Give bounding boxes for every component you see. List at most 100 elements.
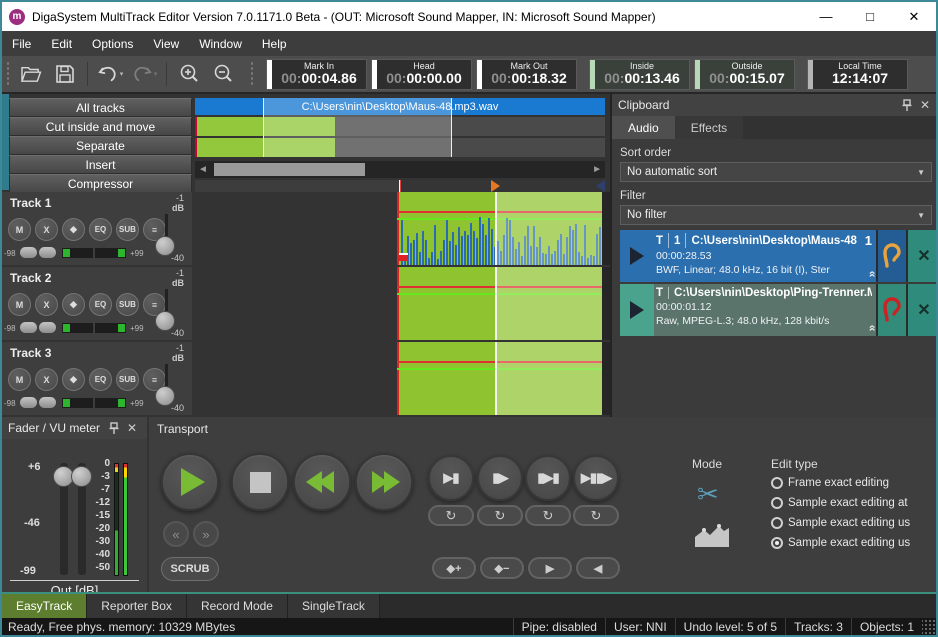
marker-button[interactable]: ◆ [62, 368, 85, 391]
audio-clip[interactable] [397, 342, 602, 415]
menu-file[interactable]: File [2, 31, 41, 56]
pan-button-left[interactable] [20, 322, 37, 333]
scrollbar-thumb[interactable] [214, 163, 365, 176]
minimize-button[interactable]: — [804, 2, 848, 31]
collapse-icon[interactable]: » [865, 273, 876, 278]
mute-button[interactable]: M [8, 368, 31, 391]
pan-button-right[interactable] [39, 397, 56, 408]
menu-help[interactable]: Help [252, 31, 297, 56]
play-inside-button[interactable]: ▮▶▮ [525, 455, 571, 501]
track-fader-knob[interactable] [155, 311, 175, 331]
zoom-out-button[interactable] [208, 60, 238, 88]
clip-start-marker[interactable] [399, 253, 408, 261]
overview-track-3[interactable] [195, 138, 605, 157]
loop-button[interactable]: ↻ [428, 505, 474, 526]
undo-dropdown-caret[interactable]: ▾ [120, 70, 124, 78]
menu-edit[interactable]: Edit [41, 31, 82, 56]
cut-button[interactable]: X [35, 293, 58, 316]
pan-button-right[interactable] [39, 247, 56, 258]
scroll-right-icon[interactable]: ► [592, 164, 602, 175]
eq-button[interactable]: EQ [89, 368, 112, 391]
edit-type-option[interactable]: Sample exact editing us [771, 537, 910, 549]
eq-button[interactable]: EQ [89, 218, 112, 241]
marker-button[interactable]: ◆ [62, 218, 85, 241]
clip-envelope-line[interactable] [397, 368, 602, 370]
separate-button[interactable]: Separate [9, 136, 192, 155]
sort-order-select[interactable]: No automatic sort ▼ [620, 162, 932, 182]
track-vertical-scrollbar[interactable] [602, 267, 610, 340]
edit-type-option[interactable]: Frame exact editing [771, 477, 889, 489]
tab-singletrack[interactable]: SingleTrack [288, 594, 380, 618]
track-vertical-scrollbar[interactable] [602, 342, 610, 415]
save-button[interactable] [50, 60, 80, 88]
open-button[interactable] [16, 60, 46, 88]
all-tracks-button[interactable]: All tracks [9, 98, 192, 117]
eq-button[interactable]: EQ [89, 293, 112, 316]
add-marker-button[interactable]: ◆+ [432, 557, 476, 579]
project-overview[interactable]: C:\Users\nin\Desktop\Maus-48.mp3.wav ◄ ► [192, 94, 610, 192]
play-button[interactable] [161, 453, 219, 511]
prelisten-button[interactable] [876, 230, 906, 282]
prev-marker-button[interactable]: ◀ [576, 557, 620, 579]
prelisten-button[interactable] [876, 284, 906, 336]
mute-button[interactable]: M [8, 218, 31, 241]
insert-button[interactable]: Insert [9, 155, 192, 174]
zoom-in-button[interactable] [174, 60, 204, 88]
menu-window[interactable]: Window [189, 31, 252, 56]
loop-button[interactable]: ↻ [573, 505, 619, 526]
end-triangle-icon[interactable] [596, 180, 605, 192]
close-button[interactable]: ✕ [892, 2, 936, 31]
pan-button-left[interactable] [20, 397, 37, 408]
fast-forward-button[interactable] [355, 453, 413, 511]
timeline-ruler[interactable] [195, 180, 605, 192]
tab-easytrack[interactable]: EasyTrack [2, 594, 87, 618]
toolbar-grip[interactable] [250, 61, 254, 87]
play-item-button[interactable] [620, 230, 654, 282]
pan-button-left[interactable] [20, 247, 37, 258]
tab-reporter-box[interactable]: Reporter Box [87, 594, 187, 618]
clip-envelope-line[interactable] [397, 293, 602, 295]
overview-scrollbar[interactable]: ◄ ► [195, 161, 605, 178]
track-waveform-area[interactable] [192, 267, 602, 340]
play-from-mark-in-button[interactable]: ▮▶ [477, 455, 523, 501]
scissors-mode-icon[interactable]: ✂ [697, 479, 719, 510]
rewind-button[interactable] [293, 453, 351, 511]
undo-button[interactable]: ▾ [95, 60, 125, 88]
track-fader-knob[interactable] [155, 236, 175, 256]
compressor-button[interactable]: Compressor [9, 174, 192, 193]
pan-button-right[interactable] [39, 322, 56, 333]
maximize-button[interactable]: □ [848, 2, 892, 31]
overview-track-2[interactable] [195, 117, 605, 136]
mark-triangle-icon[interactable] [491, 180, 500, 192]
scroll-left-icon[interactable]: ◄ [198, 164, 208, 175]
filter-select[interactable]: No filter ▼ [620, 205, 932, 225]
tab-record-mode[interactable]: Record Mode [187, 594, 288, 618]
skip-back-button[interactable]: « [163, 521, 189, 547]
menu-options[interactable]: Options [82, 31, 143, 56]
cut-button[interactable]: X [35, 368, 58, 391]
loop-button[interactable]: ↻ [477, 505, 523, 526]
playhead-marker[interactable] [399, 180, 401, 192]
audio-clip[interactable] [397, 267, 602, 340]
clipboard-item[interactable]: T 1 C:\Users\nin\Desktop\Maus-48 1 00:00… [620, 230, 938, 282]
play-to-mark-in-button[interactable]: ▶▮ [428, 455, 474, 501]
remove-marker-button[interactable]: ◆− [480, 557, 524, 579]
sub-button[interactable]: SUB [116, 218, 139, 241]
envelope-mode-icon[interactable] [694, 523, 730, 549]
loop-button[interactable]: ↻ [525, 505, 571, 526]
overview-file-bar[interactable]: C:\Users\nin\Desktop\Maus-48.mp3.wav [195, 98, 605, 115]
collapse-icon[interactable]: » [865, 327, 876, 332]
edit-type-option[interactable]: Sample exact editing at [771, 497, 908, 509]
skip-forward-button[interactable]: » [193, 521, 219, 547]
remove-item-button[interactable]: ✕ [906, 284, 938, 336]
clipboard-item[interactable]: T C:\Users\nin\Desktop\Ping-Trenner.M 00… [620, 284, 938, 336]
next-marker-button[interactable]: ▶ [528, 557, 572, 579]
redo-dropdown-caret[interactable]: ▾ [154, 70, 158, 78]
toolbar-grip[interactable] [6, 61, 10, 87]
audio-clip[interactable] [397, 192, 602, 265]
scrub-button[interactable]: SCRUB [161, 557, 219, 581]
cut-button[interactable]: X [35, 218, 58, 241]
tab-audio[interactable]: Audio [612, 116, 675, 139]
close-panel-icon[interactable]: ✕ [123, 421, 141, 435]
menu-view[interactable]: View [143, 31, 189, 56]
